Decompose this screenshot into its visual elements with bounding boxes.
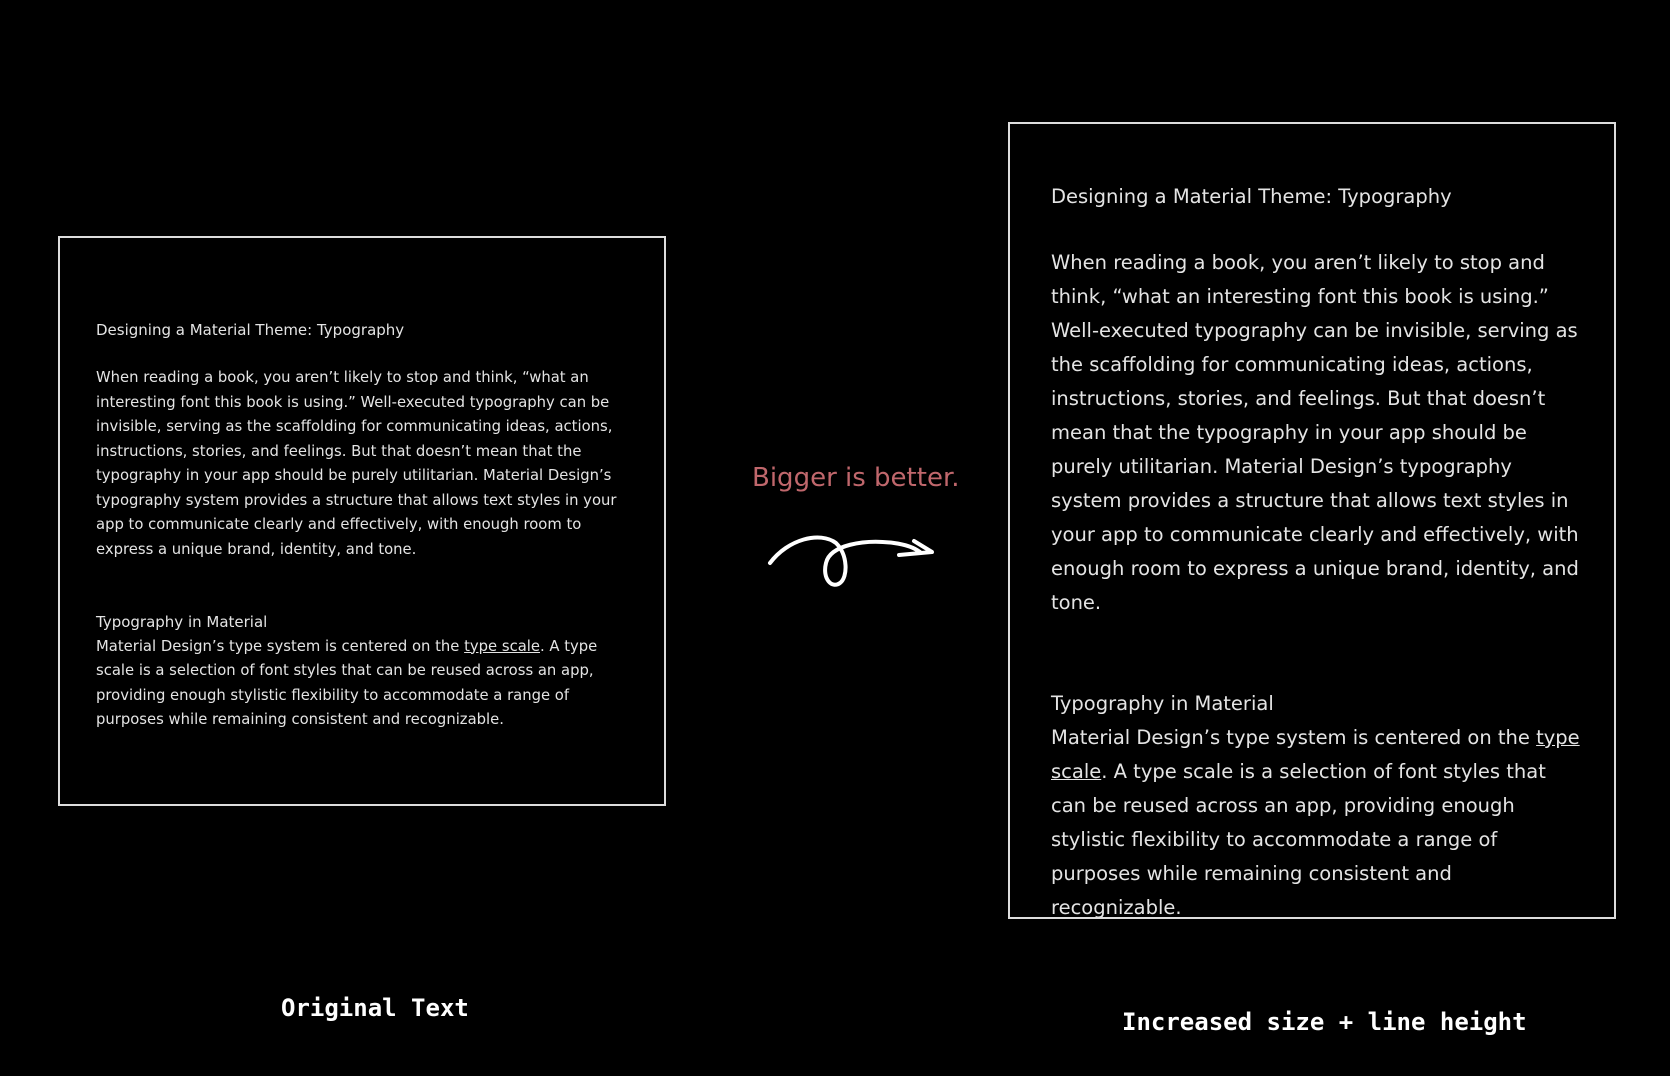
section-text-after: . A type scale is a selection of font st… [1051,760,1546,919]
curly-arrow-icon [768,535,934,587]
section-paragraph: Material Design’s type system is centere… [96,635,628,733]
original-caption: Original Text [281,994,469,1022]
section-paragraph: Material Design’s type system is centere… [1051,721,1584,925]
section-heading: Typography in Material [1051,692,1274,715]
section-text-before: Material Design’s type system is centere… [1051,726,1537,749]
article-paragraph: When reading a book, you aren’t likely t… [1051,251,1579,614]
improved-caption: Increased size + line height [1122,1008,1527,1036]
article-paragraph: When reading a book, you aren’t likely t… [96,369,617,558]
section-heading: Typography in Material [96,613,268,631]
type-scale-link[interactable]: type scale [464,638,540,655]
improved-text-panel: Designing a Material Theme: Typography W… [1008,122,1616,919]
original-text-panel: Designing a Material Theme: Typography W… [58,236,666,806]
section-text-before: Material Design’s type system is centere… [96,637,465,655]
article-title: Designing a Material Theme: Typography [1051,185,1452,208]
article-title: Designing a Material Theme: Typography [96,321,405,339]
tagline: Bigger is better. [752,463,960,493]
